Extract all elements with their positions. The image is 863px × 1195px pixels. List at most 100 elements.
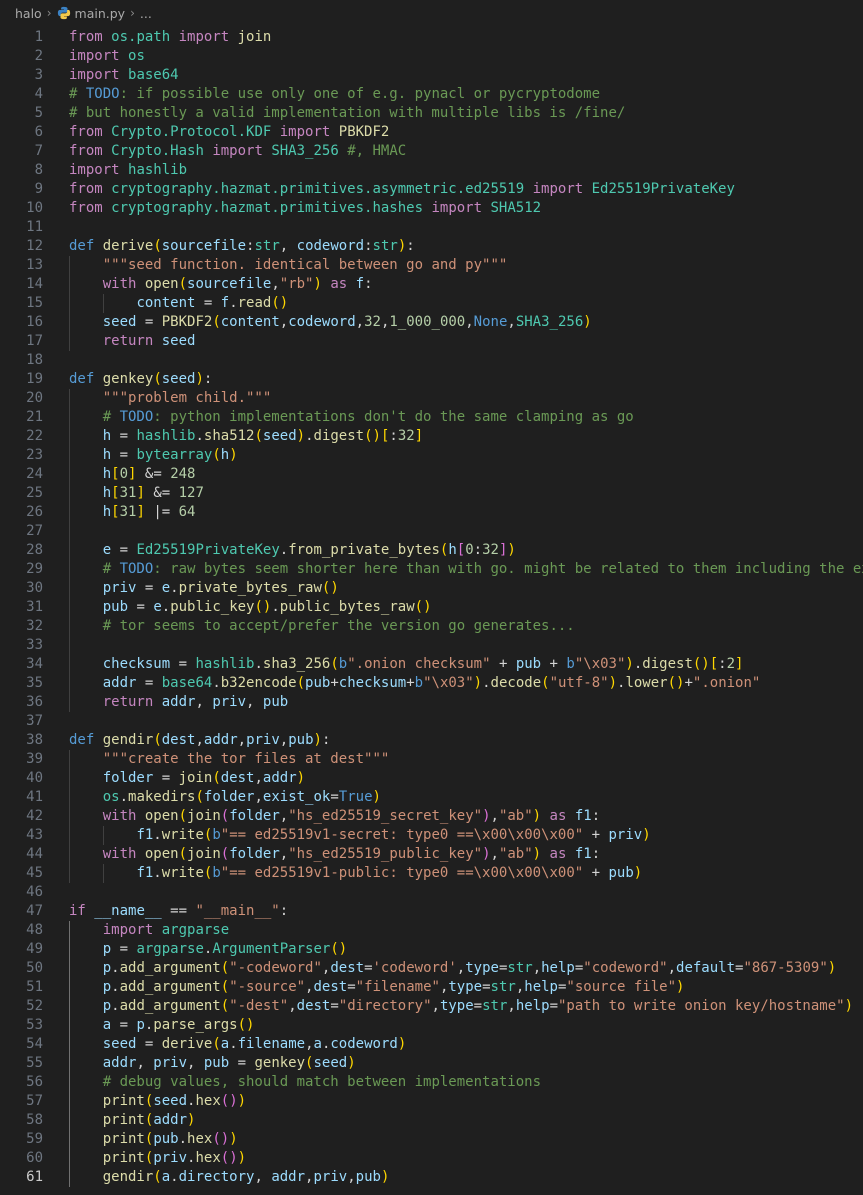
code-line[interactable]: 37 xyxy=(0,712,863,731)
code-line[interactable]: 39 """create the tor files at dest""" xyxy=(0,750,863,769)
code-token: "-source" xyxy=(229,979,306,995)
code-line[interactable]: 7 from Crypto.Hash import SHA3_256 #, HMA… xyxy=(0,142,863,161)
code-line[interactable]: 16 seed = PBKDF2(content,codeword,32,1_00… xyxy=(0,313,863,332)
code-line[interactable]: 57 print(seed.hex()) xyxy=(0,1092,863,1111)
code-line[interactable]: 46 xyxy=(0,883,863,902)
line-number: 24 xyxy=(26,466,43,482)
code-line[interactable]: 48 import argparse xyxy=(0,921,863,940)
code-line[interactable]: 38 def gendir(dest,addr,priv,pub): xyxy=(0,731,863,750)
indent-guide xyxy=(69,1149,70,1168)
code-line[interactable]: 8 import hashlib xyxy=(0,161,863,180)
code-token: ( xyxy=(220,979,230,995)
code-line[interactable]: 3 import base64 xyxy=(0,66,863,85)
code-line[interactable]: 52 p.add_argument("-dest",dest="directory… xyxy=(0,997,863,1016)
indent-guide xyxy=(69,1130,70,1149)
code-line[interactable]: 55 addr, priv, pub = genkey(seed) xyxy=(0,1054,863,1073)
code-line[interactable]: 20 """problem child.""" xyxy=(0,389,863,408)
code-token: , xyxy=(136,1055,154,1071)
code-token: 0 xyxy=(119,466,129,482)
code-token: b xyxy=(338,656,348,672)
code-line[interactable]: 43 f1.write(b"== ed25519v1-secret: type0 … xyxy=(0,826,863,845)
code-line[interactable]: 32 # tor seems to accept/prefer the versi… xyxy=(0,617,863,636)
code-line[interactable]: 25 h[31] &= 127 xyxy=(0,484,863,503)
code-line[interactable]: 50 p.add_argument("-codeword", dest='codew… xyxy=(0,959,863,978)
code-line[interactable]: 26 h[31] |= 64 xyxy=(0,503,863,522)
code-line[interactable]: 21 # TODO: python implementations don't d… xyxy=(0,408,863,427)
code-line[interactable]: 60 print(priv.hex()) xyxy=(0,1149,863,1168)
code-line[interactable]: 54 seed = derive(a.filename,a.codeword) xyxy=(0,1035,863,1054)
code-line[interactable]: 59 print(pub.hex()) xyxy=(0,1130,863,1149)
code-line[interactable]: 49 p = argparse.ArgumentParser() xyxy=(0,940,863,959)
line-number: 55 xyxy=(26,1055,43,1071)
code-token: e xyxy=(102,542,112,558)
code-line[interactable]: 28 e = Ed25519PrivateKey.from_private_byt… xyxy=(0,541,863,560)
code-line[interactable]: 17 return seed xyxy=(0,332,863,351)
code-text: a = p.parse_args() xyxy=(103,1016,255,1035)
code-line[interactable]: 51 p.add_argument("-source",dest="filenam… xyxy=(0,978,863,997)
code-line[interactable]: 27 xyxy=(0,522,863,541)
code-text: p.add_argument("-dest",dest="directory",… xyxy=(103,997,853,1016)
code-token: checksum xyxy=(102,656,171,672)
line-number: 2 xyxy=(34,48,43,64)
code-token: hashlib xyxy=(195,656,255,672)
code-token: addr xyxy=(161,694,196,710)
code-line[interactable]: 31 pub = e.public_key().public_bytes_raw(… xyxy=(0,598,863,617)
code-line[interactable]: 11 xyxy=(0,218,863,237)
code-token: str xyxy=(482,998,508,1014)
code-token: cryptography.hazmat.primitives.hashes xyxy=(111,200,424,216)
code-line[interactable]: 56 # debug values, should match between i… xyxy=(0,1073,863,1092)
code-line[interactable]: 13 """seed function. identical between go… xyxy=(0,256,863,275)
code-line[interactable]: 10 from cryptography.hazmat.primitives.ha… xyxy=(0,199,863,218)
code-line[interactable]: 12 def derive(sourcefile:str, codeword:st… xyxy=(0,237,863,256)
code-line[interactable]: 33 xyxy=(0,636,863,655)
code-line[interactable]: 45 f1.write(b"== ed25519v1-public: type0 … xyxy=(0,864,863,883)
breadcrumb-file[interactable]: main.py xyxy=(57,6,125,21)
code-line[interactable]: 42 with open(join(folder,"hs_ed25519_secr… xyxy=(0,807,863,826)
code-line[interactable]: 47 if __name__ == "__main__": xyxy=(0,902,863,921)
code-line[interactable]: 22 h = hashlib.sha512(seed).digest()[:32] xyxy=(0,427,863,446)
code-token: folder xyxy=(229,808,280,824)
code-line[interactable]: 58 print(addr) xyxy=(0,1111,863,1130)
code-token: = xyxy=(136,675,162,691)
code-line[interactable]: 41 os.makedirs(folder,exist_ok=True) xyxy=(0,788,863,807)
code-token: seed xyxy=(161,371,196,387)
code-token: p xyxy=(136,1017,145,1033)
code-editor[interactable]: 1 from os.path import join 2 import os 3 impo… xyxy=(0,26,863,1195)
code-line[interactable]: 61 gendir(a.directory, addr,priv,pub) xyxy=(0,1168,863,1187)
code-line[interactable]: 18 xyxy=(0,351,863,370)
indent-guide xyxy=(69,1092,70,1111)
code-token: codeword xyxy=(288,314,356,330)
code-line[interactable]: 2 import os xyxy=(0,47,863,66)
breadcrumb-folder[interactable]: halo xyxy=(15,6,42,21)
code-line[interactable]: 29 # TODO: raw bytes seem shorter here th… xyxy=(0,560,863,579)
code-line[interactable]: 1 from os.path import join xyxy=(0,28,863,47)
code-line[interactable]: 24 h[0] &= 248 xyxy=(0,465,863,484)
line-number: 45 xyxy=(26,865,43,881)
code-line[interactable]: 40 folder = join(dest,addr) xyxy=(0,769,863,788)
code-line[interactable]: 6 from Crypto.Protocol.KDF import PBKDF2 xyxy=(0,123,863,142)
code-token: exist_ok xyxy=(262,789,331,805)
code-token: pub xyxy=(262,694,289,710)
code-line[interactable]: 36 return addr, priv, pub xyxy=(0,693,863,712)
code-line[interactable]: 14 with open(sourcefile,"rb") as f: xyxy=(0,275,863,294)
line-number: 52 xyxy=(26,998,43,1014)
code-line[interactable]: 9 from cryptography.hazmat.primitives.asy… xyxy=(0,180,863,199)
code-line[interactable]: 5 # but honestly a valid implementation w… xyxy=(0,104,863,123)
code-line[interactable]: 30 priv = e.private_bytes_raw() xyxy=(0,579,863,598)
code-line[interactable]: 53 a = p.parse_args() xyxy=(0,1016,863,1035)
code-token: TODO xyxy=(119,561,154,577)
code-line[interactable]: 15 content = f.read() xyxy=(0,294,863,313)
code-line[interactable]: 4 # TODO: if possible use only one of e.g… xyxy=(0,85,863,104)
code-token: content xyxy=(136,295,196,311)
code-line[interactable]: 19 def genkey(seed): xyxy=(0,370,863,389)
breadcrumb-more[interactable]: ... xyxy=(140,6,152,21)
code-token: b xyxy=(414,675,424,691)
code-token: [ xyxy=(709,656,719,672)
code-line[interactable]: 35 addr = base64.b32encode(pub+checksum+b… xyxy=(0,674,863,693)
code-line[interactable]: 34 checksum = hashlib.sha3_256(b".onion c… xyxy=(0,655,863,674)
code-line[interactable]: 23 h = bytearray(h) xyxy=(0,446,863,465)
code-token: ( xyxy=(220,846,230,862)
code-line[interactable]: 44 with open(join(folder,"hs_ed25519_publ… xyxy=(0,845,863,864)
